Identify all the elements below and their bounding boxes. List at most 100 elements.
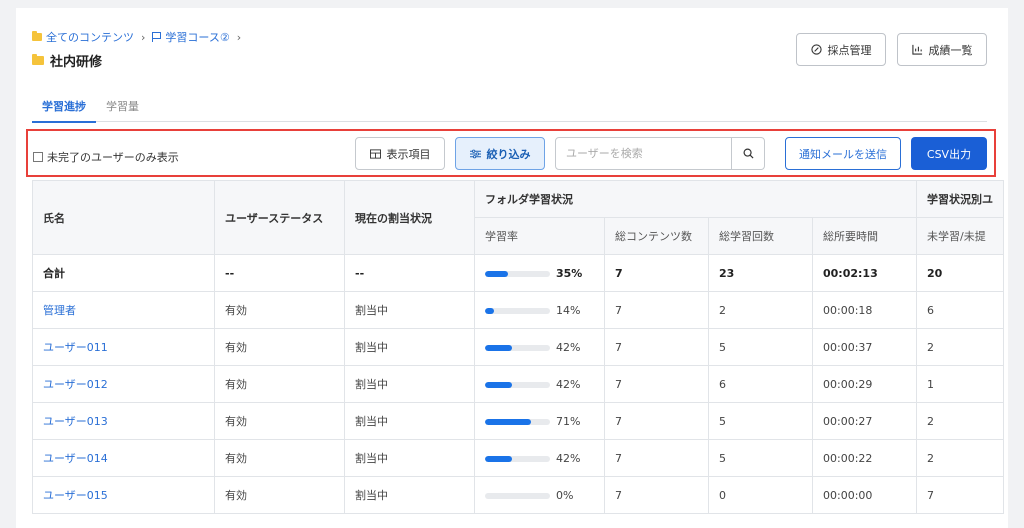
total-time-cell: 00:00:29 (812, 365, 917, 403)
tab-learning-progress[interactable]: 学習進捗 (32, 98, 96, 123)
total-contents-cell: 7 (604, 402, 709, 440)
chevron-right-icon: › (141, 30, 146, 44)
not-started-cell: 2 (916, 439, 1004, 477)
learning-rate-cell: 42% (474, 328, 605, 366)
flag-icon (152, 32, 162, 42)
learning-rate-cell: 0% (474, 476, 605, 514)
grades-list-button[interactable]: 成績一覧 (897, 33, 987, 66)
learning-rate-cell: 42% (474, 439, 605, 477)
user-search-input[interactable] (556, 138, 731, 169)
not-started-cell: 20 (916, 254, 1004, 292)
checkbox-box[interactable] (33, 152, 43, 162)
csv-export-button[interactable]: CSV出力 (911, 137, 987, 170)
total-row: 合計 -- -- 35% 7 23 00:02:13 20 (32, 254, 1004, 292)
send-notification-button[interactable]: 通知メールを送信 (785, 137, 901, 170)
user-status-cell: 有効 (214, 439, 345, 477)
assignment-status-cell: 割当中 (344, 365, 475, 403)
assignment-status-cell: 割当中 (344, 439, 475, 477)
breadcrumb-root-link[interactable]: 全てのコンテンツ (46, 29, 134, 45)
incomplete-only-checkbox[interactable]: 未完了のユーザーのみ表示 (33, 149, 179, 165)
progress-bar-fill (485, 344, 513, 351)
page-title: 社内研修 (32, 51, 102, 70)
header-status-by-learning: 学習状況別ユ (916, 180, 1004, 218)
table-row: ユーザー012 有効 割当中 42% 7 6 00:00:29 1 (32, 365, 1004, 403)
search-button[interactable] (731, 138, 764, 169)
user-name-link[interactable]: ユーザー012 (32, 365, 215, 403)
total-contents-cell: 7 (604, 439, 709, 477)
user-status-cell: -- (214, 254, 345, 292)
total-time-cell: 00:02:13 (812, 254, 917, 292)
learning-rate-cell: 14% (474, 291, 605, 329)
total-contents-cell: 7 (604, 291, 709, 329)
progress-bar-fill (485, 455, 513, 462)
total-time-cell: 00:00:37 (812, 328, 917, 366)
learning-rate-value: 42% (556, 340, 581, 354)
learning-rate-value: 71% (556, 414, 581, 428)
assignment-status-cell: -- (344, 254, 475, 292)
table-row: ユーザー014 有効 割当中 42% 7 5 00:00:22 2 (32, 439, 1004, 477)
not-started-cell: 1 (916, 365, 1004, 403)
grading-button-label: 採点管理 (827, 43, 872, 57)
tab-learning-volume[interactable]: 学習量 (96, 98, 149, 122)
header-learning-rate: 学習率 (474, 217, 605, 255)
display-columns-button[interactable]: 表示項目 (355, 137, 445, 170)
grades-list-button-label: 成績一覧 (928, 43, 973, 57)
table-icon (369, 148, 381, 159)
grading-button[interactable]: 採点管理 (796, 33, 886, 66)
user-status-cell: 有効 (214, 328, 345, 366)
header-total-count: 総学習回数 (708, 217, 813, 255)
user-name-link[interactable]: ユーザー013 (32, 402, 215, 440)
header-assignment-status: 現在の割当状況 (344, 180, 475, 255)
display-columns-label: 表示項目 (386, 147, 431, 161)
not-started-cell: 2 (916, 402, 1004, 440)
total-time-cell: 00:00:18 (812, 291, 917, 329)
assignment-status-cell: 割当中 (344, 328, 475, 366)
user-name-link[interactable]: ユーザー015 (32, 476, 215, 514)
incomplete-only-label: 未完了のユーザーのみ表示 (47, 151, 179, 164)
header-total-time: 総所要時間 (812, 217, 917, 255)
filter-sliders-icon (469, 149, 481, 158)
user-search (555, 137, 765, 170)
progress-bar-fill (485, 418, 532, 425)
learning-rate-cell: 71% (474, 402, 605, 440)
progress-bar (485, 492, 550, 499)
table-row: ユーザー015 有効 割当中 0% 7 0 00:00:00 7 (32, 476, 1004, 514)
not-started-cell: 6 (916, 291, 1004, 329)
table-row: ユーザー013 有効 割当中 71% 7 5 00:00:27 2 (32, 402, 1004, 440)
chevron-right-icon: › (236, 30, 242, 44)
total-contents-cell: 7 (604, 476, 709, 514)
learning-rate-value: 35% (556, 266, 583, 280)
total-label: 合計 (32, 254, 215, 292)
total-count-cell: 5 (708, 328, 813, 366)
total-contents-cell: 7 (604, 254, 709, 292)
learning-rate-value: 0% (556, 488, 574, 502)
user-name-link[interactable]: 管理者 (32, 291, 215, 329)
total-count-cell: 6 (708, 365, 813, 403)
user-name-link[interactable]: ユーザー014 (32, 439, 215, 477)
total-count-cell: 23 (708, 254, 813, 292)
user-name-link[interactable]: ユーザー011 (32, 328, 215, 366)
learning-rate-value: 42% (556, 451, 581, 465)
breadcrumb: 全てのコンテンツ › 学習コース② › (32, 29, 244, 45)
header-not-started: 未学習/未提 (916, 217, 1004, 255)
tab-bar: 学習進捗 学習量 (32, 98, 987, 123)
total-time-cell: 00:00:00 (812, 476, 917, 514)
total-count-cell: 0 (708, 476, 813, 514)
chart-icon (911, 44, 922, 55)
filter-button[interactable]: 絞り込み (455, 137, 545, 170)
edit-circle-icon (810, 44, 822, 55)
assignment-status-cell: 割当中 (344, 291, 475, 329)
table-row: 管理者 有効 割当中 14% 7 2 00:00:18 6 (32, 291, 1004, 329)
user-status-cell: 有効 (214, 365, 345, 403)
search-icon (743, 148, 754, 159)
progress-bar-fill (485, 381, 513, 388)
learning-rate-value: 14% (556, 303, 581, 317)
learning-rate-cell: 35% (474, 254, 605, 292)
total-contents-cell: 7 (604, 328, 709, 366)
total-count-cell: 5 (708, 402, 813, 440)
breadcrumb-course-link[interactable]: 学習コース② (165, 29, 229, 45)
table-row: ユーザー011 有効 割当中 42% 7 5 00:00:37 2 (32, 328, 1004, 366)
toolbar: 未完了のユーザーのみ表示 表示項目 絞り込み 通知メールを送信 CSV出力 (26, 129, 996, 177)
user-status-cell: 有効 (214, 476, 345, 514)
page-title-text: 社内研修 (50, 55, 103, 70)
